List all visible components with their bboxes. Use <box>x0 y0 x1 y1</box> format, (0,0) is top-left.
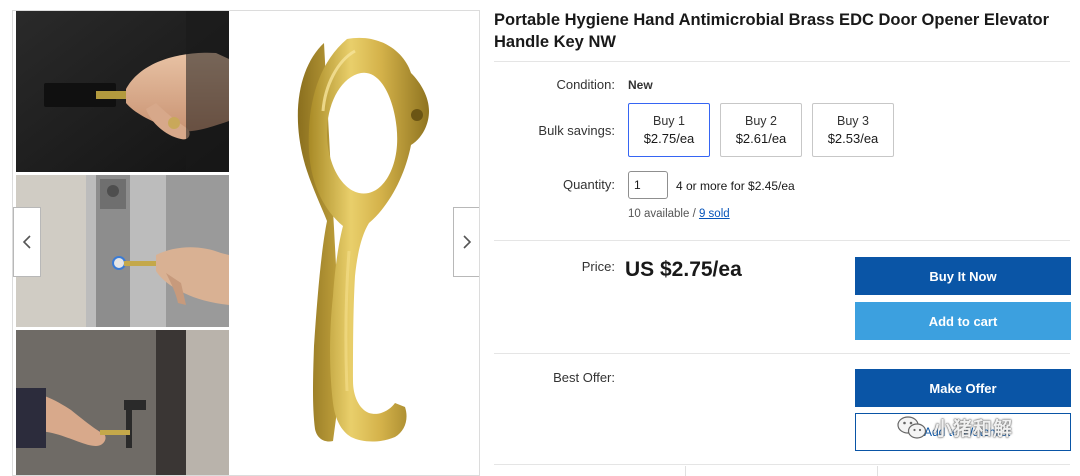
bulk-option-price: $2.61/ea <box>735 131 787 146</box>
chevron-right-icon <box>463 235 472 249</box>
divider <box>877 466 878 476</box>
availability-text: 10 available / 9 sold <box>628 208 730 220</box>
quantity-discount-note: 4 or more for $2.45/ea <box>676 179 795 193</box>
condition-label: Condition: <box>556 77 615 92</box>
best-offer-label: Best Offer: <box>553 370 615 385</box>
add-to-cart-button[interactable]: Add to cart <box>855 302 1071 340</box>
thumbnail-column <box>16 11 229 475</box>
buy-it-now-button[interactable]: Buy It Now <box>855 257 1071 295</box>
listing-details: Portable Hygiene Hand Antimicrobial Bras… <box>494 0 1080 476</box>
main-product-image[interactable] <box>229 11 479 475</box>
bulk-savings-label: Bulk savings: <box>538 123 615 138</box>
quantity-label: Quantity: <box>562 177 615 192</box>
add-to-watchlist-button[interactable]: Add to Watchlist <box>855 413 1071 451</box>
bulk-option-qty: Buy 1 <box>653 114 685 128</box>
bulk-option-buy-3[interactable]: Buy 3 $2.53/ea <box>812 103 894 157</box>
divider <box>494 240 1070 241</box>
thumbnail-door-handle[interactable] <box>16 330 229 475</box>
bulk-option-buy-1[interactable]: Buy 1 $2.75/ea <box>628 103 710 157</box>
divider <box>494 353 1070 354</box>
divider <box>494 61 1070 62</box>
bulk-option-price: $2.53/ea <box>827 131 879 146</box>
bulk-option-qty: Buy 3 <box>837 114 869 128</box>
divider <box>494 464 1070 465</box>
chevron-left-icon <box>22 235 31 249</box>
thumbnail-hand-key[interactable] <box>16 11 229 172</box>
price-value: US $2.75/ea <box>625 258 742 281</box>
previous-image-button[interactable] <box>13 207 41 277</box>
quantity-input[interactable] <box>628 171 668 199</box>
image-gallery <box>12 10 480 476</box>
listing-title: Portable Hygiene Hand Antimicrobial Bras… <box>494 11 1050 51</box>
divider <box>685 466 686 476</box>
thumbnail-elevator[interactable] <box>16 175 229 327</box>
condition-value: New <box>628 78 653 92</box>
make-offer-button[interactable]: Make Offer <box>855 369 1071 407</box>
bulk-option-qty: Buy 2 <box>745 114 777 128</box>
available-count: 10 available / <box>628 208 699 220</box>
sold-count-link[interactable]: 9 sold <box>699 208 730 220</box>
next-image-button[interactable] <box>453 207 479 277</box>
bulk-option-buy-2[interactable]: Buy 2 $2.61/ea <box>720 103 802 157</box>
price-label: Price: <box>581 259 615 274</box>
bulk-option-price: $2.75/ea <box>643 131 695 146</box>
